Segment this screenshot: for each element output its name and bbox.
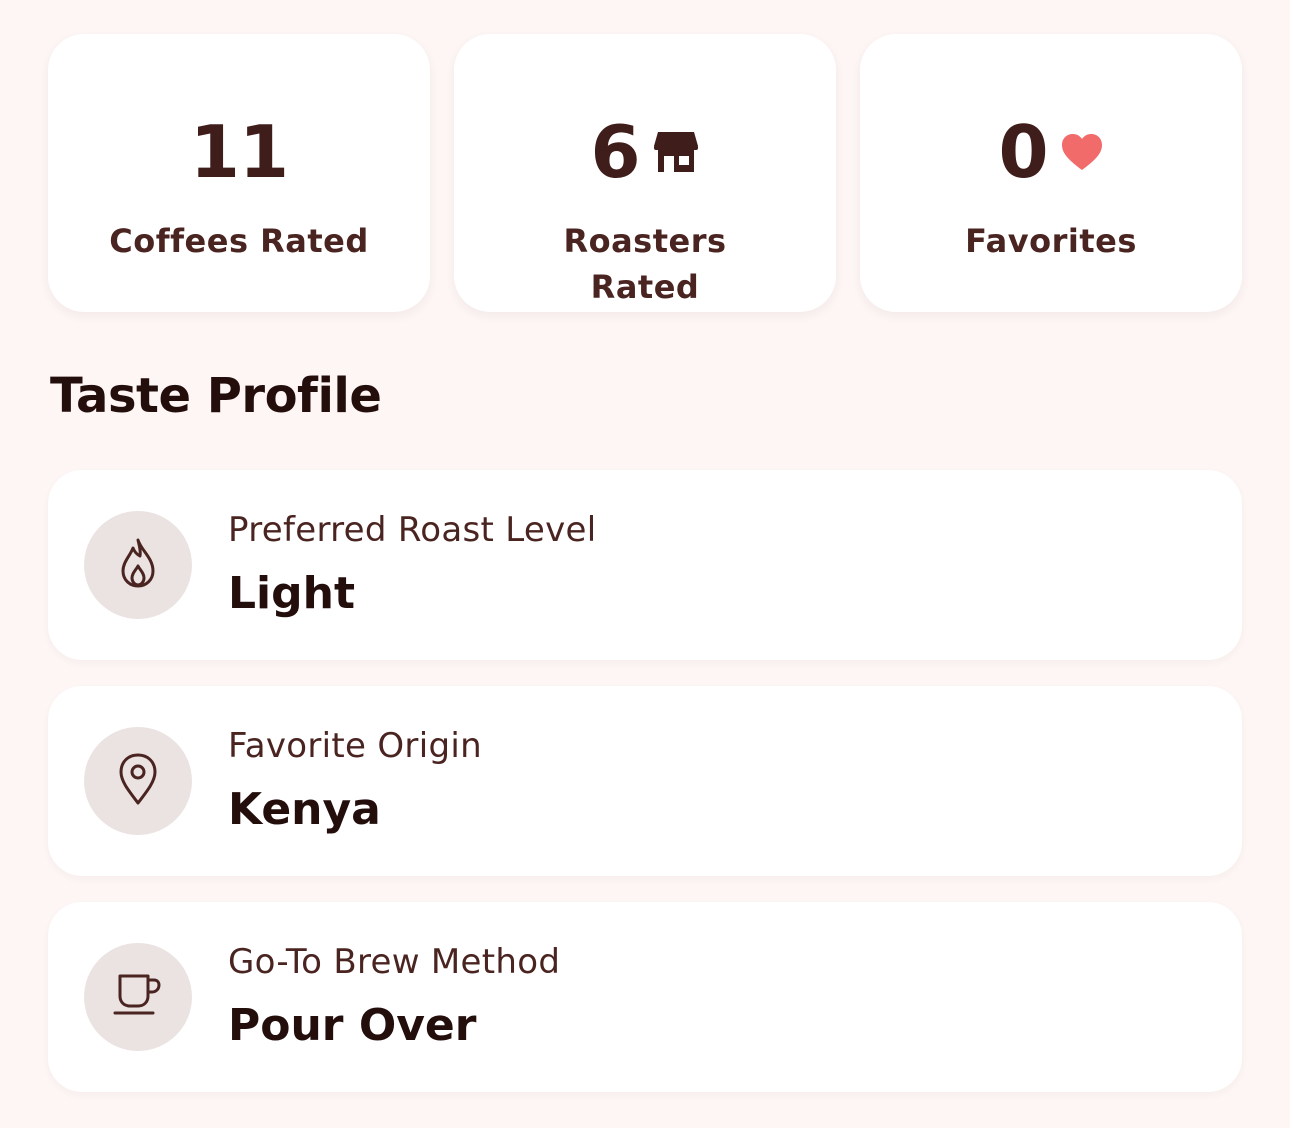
- stat-label: Roasters Rated: [563, 222, 727, 306]
- storefront-icon: [652, 130, 700, 174]
- profile-item-label: Favorite Origin: [228, 726, 482, 766]
- coffee-cup-icon: [112, 971, 164, 1023]
- profile-item-value: Kenya: [228, 784, 381, 835]
- roast-level-card[interactable]: Preferred Roast Level Light: [48, 470, 1242, 660]
- heart-icon: [1060, 132, 1104, 172]
- stat-value: 11: [189, 110, 289, 194]
- taste-profile-title: Taste Profile: [50, 368, 382, 424]
- stat-label: Coffees Rated: [109, 222, 369, 260]
- favorite-origin-card[interactable]: Favorite Origin Kenya: [48, 686, 1242, 876]
- profile-item-label: Preferred Roast Level: [228, 510, 597, 550]
- stat-top-row: 6: [454, 116, 836, 188]
- profile-item-label: Go-To Brew Method: [228, 942, 561, 982]
- icon-circle: [84, 943, 192, 1051]
- stat-value: 0: [998, 110, 1048, 194]
- flame-icon: [116, 537, 160, 593]
- stat-card-favorites[interactable]: 0 Favorites: [860, 34, 1242, 312]
- stat-card-coffees-rated[interactable]: 11 Coffees Rated: [48, 34, 430, 312]
- stat-value: 6: [590, 110, 640, 194]
- icon-circle: [84, 511, 192, 619]
- profile-item-value: Light: [228, 568, 355, 619]
- brew-method-card[interactable]: Go-To Brew Method Pour Over: [48, 902, 1242, 1092]
- location-pin-icon: [116, 752, 160, 810]
- profile-item-value: Pour Over: [228, 1000, 477, 1051]
- icon-circle: [84, 727, 192, 835]
- profile-stats-page: 11 Coffees Rated 6 Roasters Rated 0 Favo…: [0, 0, 1290, 1128]
- stat-label: Favorites: [965, 222, 1137, 260]
- stat-card-roasters-rated[interactable]: 6 Roasters Rated: [454, 34, 836, 312]
- stat-top-row: 11: [48, 116, 430, 188]
- stat-top-row: 0: [860, 116, 1242, 188]
